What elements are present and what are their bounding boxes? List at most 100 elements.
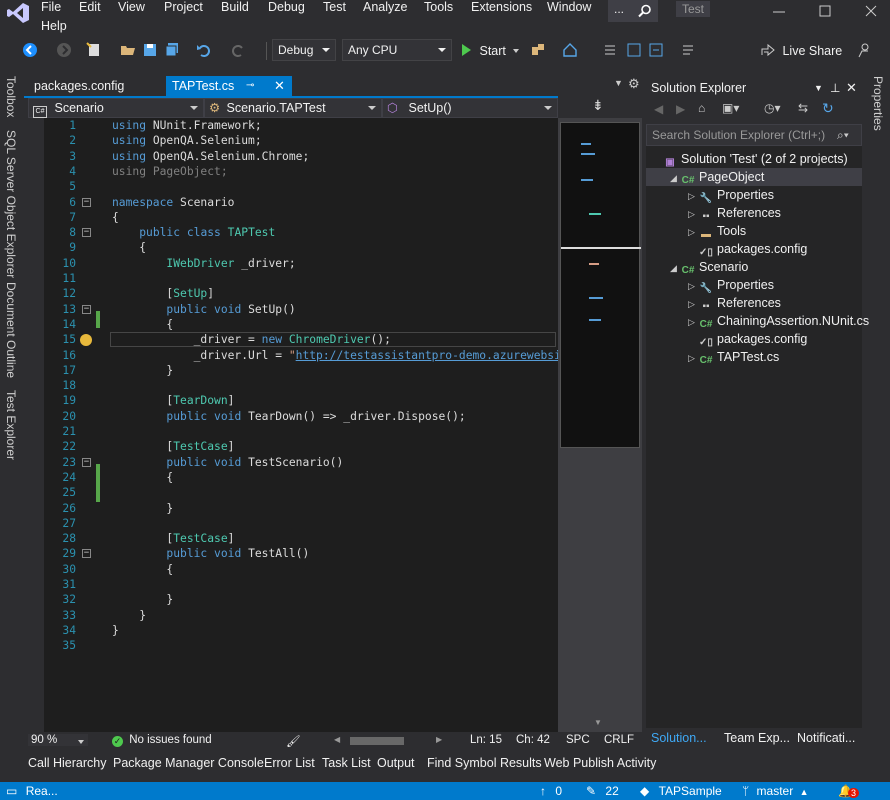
code-line[interactable]: 35 <box>44 638 558 653</box>
tab-call-hierarchy[interactable]: Call Hierarchy <box>28 756 107 770</box>
tree-item[interactable]: ◢ C# Scenario <box>646 258 862 276</box>
solution-search-input[interactable]: Search Solution Explorer (Ctrl+;) ⌕▾ <box>646 124 862 146</box>
bookmark-next-icon[interactable] <box>648 42 664 58</box>
pin-icon[interactable]: ⊥ <box>830 78 840 98</box>
line-indicator[interactable]: Ln: 15 <box>470 734 502 746</box>
minimize-icon[interactable] <box>772 4 786 18</box>
redo-icon[interactable] <box>230 42 246 58</box>
gear-icon[interactable]: ⚙ <box>628 76 640 92</box>
tab-output[interactable]: Output <box>377 756 415 770</box>
expand-toggle-icon[interactable]: ◢ <box>670 259 680 277</box>
code-line[interactable]: 3 using OpenQA.Selenium.Chrome; <box>44 149 558 164</box>
horizontal-scroll-thumb[interactable] <box>350 737 404 745</box>
menu-build[interactable]: Build <box>221 0 249 14</box>
tree-item[interactable]: ▷ 🔧 Properties <box>646 186 862 204</box>
collapse-toggle-icon[interactable]: − <box>82 457 91 467</box>
document-outline-tab[interactable]: Document Outline <box>4 282 18 378</box>
tree-item[interactable]: ◢ C# PageObject <box>646 168 862 186</box>
code-line[interactable]: 4 using PageObject; <box>44 164 558 179</box>
minimap-viewport[interactable] <box>560 122 641 448</box>
comment-icon[interactable] <box>602 42 618 58</box>
code-line[interactable]: 21 <box>44 424 558 439</box>
code-line[interactable]: 26 } <box>44 501 558 516</box>
menu-edit[interactable]: Edit <box>79 0 101 14</box>
code-line[interactable]: 10 IWebDriver _driver; <box>44 256 558 271</box>
tab-taptest-cs[interactable]: TAPTest.cs ⊸ ✕ <box>166 76 292 96</box>
code-line[interactable]: 7{ <box>44 210 558 225</box>
toolbox-tab[interactable]: Toolbox <box>4 76 18 117</box>
code-line[interactable]: 2 using OpenQA.Selenium; <box>44 133 558 148</box>
menu-debug[interactable]: Debug <box>268 0 305 14</box>
forward-icon[interactable]: ▶ <box>676 102 685 116</box>
tree-item[interactable]: ▷ ▪▪ References <box>646 294 862 312</box>
scroll-right-icon[interactable]: ▶ <box>436 735 442 744</box>
code-line[interactable]: 31 <box>44 577 558 592</box>
horizontal-scrollbar[interactable]: ◀ ▶ <box>334 735 446 747</box>
new-project-icon[interactable] <box>86 42 102 58</box>
toolbar-options-icon[interactable] <box>680 42 696 58</box>
close-panel-icon[interactable]: ✕ <box>846 78 857 98</box>
menu-test[interactable]: Test <box>323 0 346 14</box>
refresh-icon[interactable]: ↻ <box>822 100 834 117</box>
code-line[interactable]: 13− public void SetUp() <box>44 302 558 317</box>
collapse-toggle-icon[interactable]: − <box>82 549 91 559</box>
bookmark-icon[interactable] <box>626 42 642 58</box>
tab-error-list[interactable]: Error List <box>264 756 315 770</box>
open-folder-icon[interactable] <box>120 42 136 58</box>
lightbulb-icon[interactable] <box>80 334 92 346</box>
tab-package-manager-console[interactable]: Package Manager Console <box>113 756 264 770</box>
menu-help[interactable]: Help <box>41 19 67 33</box>
code-line[interactable]: 14 { <box>44 317 558 332</box>
tab-packages-config[interactable]: packages.config <box>28 76 130 96</box>
line-ending-indicator[interactable]: CRLF <box>604 734 634 746</box>
code-line[interactable]: 16 _driver.Url = "http://testassistantpr… <box>44 348 558 363</box>
code-line[interactable]: 17 } <box>44 363 558 378</box>
home-icon[interactable] <box>562 42 578 58</box>
back-icon[interactable]: ◀ <box>654 102 663 116</box>
expand-toggle-icon[interactable]: ▷ <box>688 313 698 331</box>
tab-web-publish-activity[interactable]: Web Publish Activity <box>544 756 656 770</box>
expand-toggle-icon[interactable]: ▷ <box>688 187 698 205</box>
code-editor[interactable]: 1 using NUnit.Framework; 2 using OpenQA.Sel… <box>24 118 558 732</box>
zoom-select[interactable]: 90 % <box>28 734 88 746</box>
split-handle[interactable]: ⇟ <box>558 96 642 118</box>
brush-icon[interactable]: 🖌 <box>286 734 301 748</box>
code-line[interactable]: 25 <box>44 485 558 500</box>
code-line[interactable]: 9 { <box>44 240 558 255</box>
menu-analyze[interactable]: Analyze <box>363 0 407 14</box>
save-all-icon[interactable] <box>164 42 180 58</box>
code-line[interactable]: 33 } <box>44 608 558 623</box>
code-line[interactable]: 22 [TestCase] <box>44 439 558 454</box>
code-line[interactable]: 1 using NUnit.Framework; <box>44 118 558 133</box>
code-line[interactable]: 32 } <box>44 592 558 607</box>
collapse-toggle-icon[interactable]: − <box>82 228 91 238</box>
tab-solution-explorer[interactable]: Solution... <box>651 731 707 745</box>
tree-item[interactable]: ▷ ▬ Tools <box>646 222 862 240</box>
code-line[interactable]: 11 <box>44 271 558 286</box>
save-icon[interactable] <box>142 42 158 58</box>
member-dropdown[interactable]: ⬡ SetUp() <box>382 98 558 118</box>
close-icon[interactable] <box>864 4 878 18</box>
pending-changes-icon[interactable]: ◷▾ <box>764 101 781 115</box>
branch-selector[interactable]: ᛘ master ▲ <box>742 784 809 798</box>
class-dropdown[interactable]: ⚙ Scenario.TAPTest <box>204 98 382 118</box>
tree-item[interactable]: ✓▯ packages.config <box>646 330 862 348</box>
chevron-down-icon[interactable]: ▼ <box>814 78 823 98</box>
code-line[interactable]: 29− public void TestAll() <box>44 546 558 561</box>
tree-item[interactable]: ▷ C# TAPTest.cs <box>646 348 862 366</box>
home-icon[interactable]: ⌂ <box>698 101 705 115</box>
undo-icon[interactable] <box>196 42 212 58</box>
tab-notifications[interactable]: Notificati... <box>797 731 855 745</box>
code-line[interactable]: 24 { <box>44 470 558 485</box>
expand-toggle-icon[interactable]: ◢ <box>670 169 680 187</box>
forward-icon[interactable] <box>56 42 72 58</box>
code-line[interactable]: 6− namespace Scenario <box>44 195 558 210</box>
back-icon[interactable] <box>22 42 38 58</box>
test-explorer-tab[interactable]: Test Explorer <box>4 390 18 460</box>
pin-icon[interactable]: ⊸ <box>246 76 254 96</box>
properties-tab[interactable]: Properties <box>871 76 885 131</box>
code-line[interactable]: 23− public void TestScenario() <box>44 455 558 470</box>
code-line[interactable]: 5 <box>44 179 558 194</box>
menu-window[interactable]: Window <box>547 0 591 14</box>
tree-item[interactable]: ▷ 🔧 Properties <box>646 276 862 294</box>
